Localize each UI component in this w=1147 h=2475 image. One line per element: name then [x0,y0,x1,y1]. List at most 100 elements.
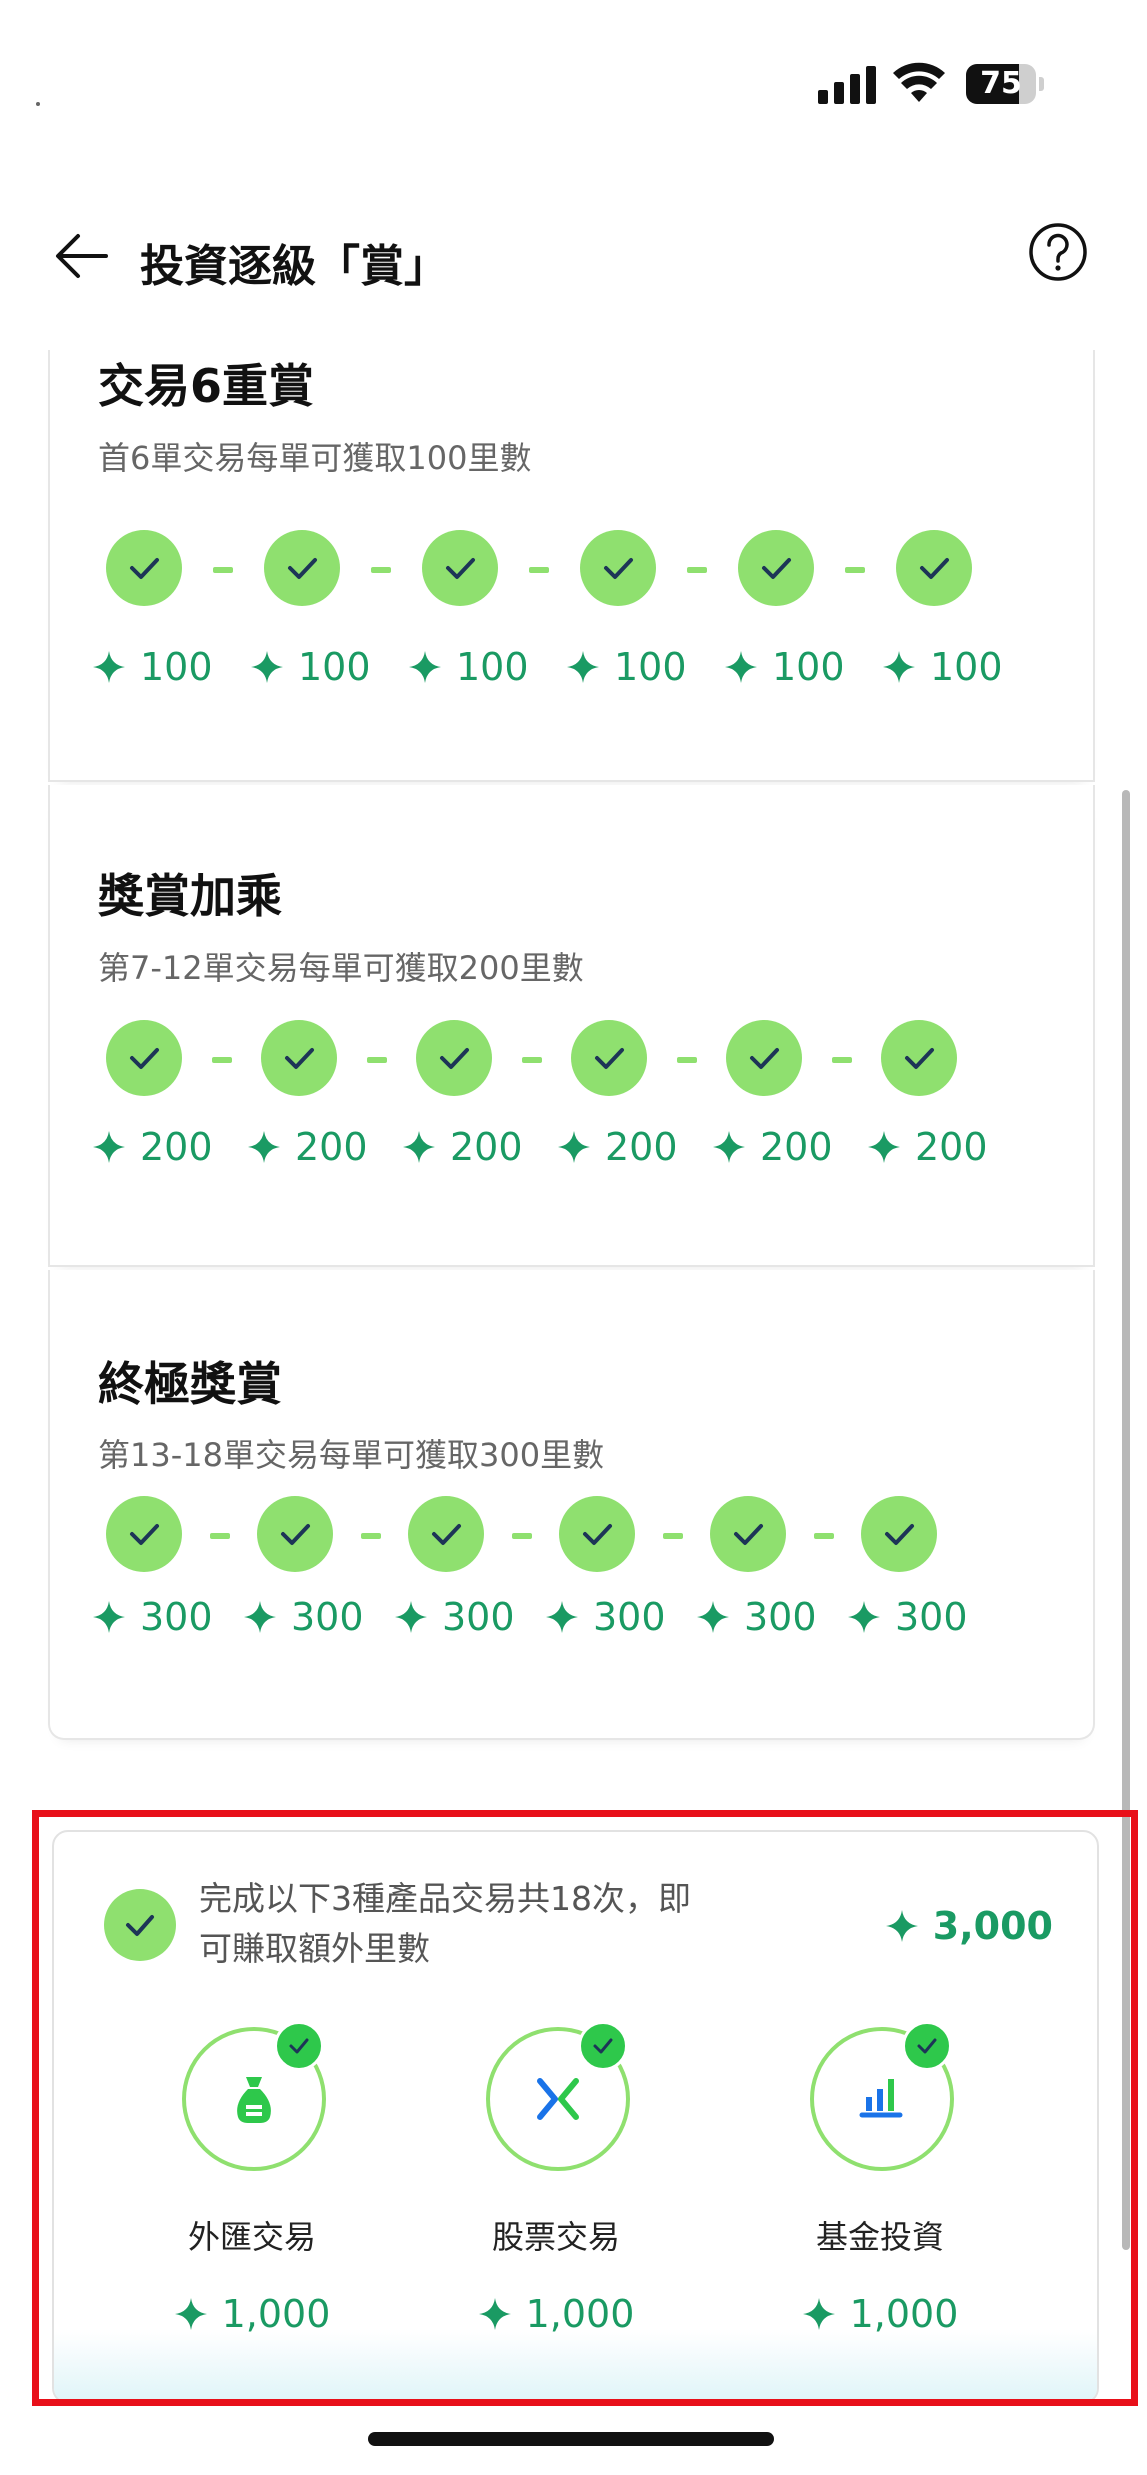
step-reward-value: 300 [140,1595,213,1639]
status-dot [36,102,40,106]
step-reward: 200 [247,1125,368,1169]
step-check-icon [571,1020,647,1096]
step-check-icon [257,1496,333,1572]
tier-subtitle: 首6單交易每單可獲取100里數 [98,439,532,477]
sparkle-icon [395,1601,427,1633]
step-check-icon [416,1020,492,1096]
sparkle-icon [558,1131,590,1163]
sparkle-icon [697,1601,729,1633]
tier-title: 獎賞加乘 [98,869,282,923]
step-reward-value: 100 [298,645,371,689]
battery-level: 75 [980,66,1022,101]
step-reward: 300 [92,1595,213,1639]
step-connector [676,1057,697,1063]
sparkle-icon [725,651,757,683]
step-check-icon [896,530,972,606]
step-reward: 300 [394,1595,515,1639]
step-reward-value: 200 [605,1125,678,1169]
page-title: 投資逐級「賞」 [140,241,448,292]
step-reward-value: 200 [140,1125,213,1169]
step-reward-value: 300 [593,1595,666,1639]
tier-card-1: 交易6重賞 首6單交易每單可獲取100里數 100 100 100 100 100 100 [48,350,1095,782]
step-reward-value: 200 [915,1125,988,1169]
sparkle-icon [248,1131,280,1163]
step-connector [845,567,865,573]
wifi-icon [893,62,945,102]
step-reward-value: 200 [450,1125,523,1169]
sparkle-icon [93,1131,125,1163]
sparkle-icon [93,651,125,683]
step-check-icon [861,1496,937,1572]
step-reward: 200 [92,1125,213,1169]
step-reward: 200 [712,1125,833,1169]
step-reward: 100 [408,645,529,689]
step-reward: 200 [867,1125,988,1169]
step-reward: 100 [92,645,213,689]
help-icon[interactable] [1028,222,1088,282]
step-connector [211,1057,232,1063]
step-reward: 200 [557,1125,678,1169]
step-check-icon [422,530,498,606]
sparkle-icon [848,1601,880,1633]
step-check-icon [106,530,182,606]
step-connector [209,1533,230,1539]
step-reward: 300 [696,1595,817,1639]
tier-title: 交易6重賞 [98,359,315,413]
status-bar: 75 [0,0,1147,170]
sparkle-icon [403,1131,435,1163]
step-connector [511,1533,532,1539]
step-connector [366,1057,387,1063]
step-connector [371,567,391,573]
step-reward-value: 100 [456,645,529,689]
step-connector [213,567,233,573]
sparkle-icon [244,1601,276,1633]
step-reward: 200 [402,1125,523,1169]
step-reward-value: 200 [295,1125,368,1169]
step-reward-value: 300 [442,1595,515,1639]
step-reward-value: 100 [930,645,1003,689]
step-connector [662,1533,683,1539]
sparkle-icon [868,1131,900,1163]
step-connector [521,1057,542,1063]
step-check-icon [881,1020,957,1096]
step-connector [529,567,549,573]
battery-icon: 75 [966,64,1044,104]
step-reward: 300 [847,1595,968,1639]
step-reward-value: 300 [744,1595,817,1639]
step-reward-value: 300 [895,1595,968,1639]
step-reward-value: 200 [760,1125,833,1169]
step-reward: 100 [882,645,1003,689]
sparkle-icon [409,651,441,683]
sparkle-icon [546,1601,578,1633]
step-check-icon [710,1496,786,1572]
tier-subtitle: 第13-18單交易每單可獲取300里數 [98,1436,605,1474]
step-check-icon [106,1020,182,1096]
step-connector [360,1533,381,1539]
tier-title: 終極獎賞 [98,1357,282,1411]
step-reward: 100 [250,645,371,689]
home-indicator[interactable] [368,2432,774,2446]
step-reward: 100 [724,645,845,689]
step-check-icon [738,530,814,606]
app-header: 投資逐級「賞」 [0,200,1147,310]
step-check-icon [106,1496,182,1572]
step-reward-value: 300 [291,1595,364,1639]
tier-card-2: 獎賞加乘 第7-12單交易每單可獲取200里數 200 200 200 200 200 2… [48,785,1095,1267]
cellular-signal-icon [818,64,876,104]
step-connector [687,567,707,573]
step-reward-value: 100 [140,645,213,689]
sparkle-icon [93,1601,125,1633]
step-check-icon [726,1020,802,1096]
step-check-icon [580,530,656,606]
step-check-icon [408,1496,484,1572]
step-reward: 100 [566,645,687,689]
step-connector [831,1057,852,1063]
back-arrow-icon[interactable] [52,228,112,284]
step-reward: 300 [243,1595,364,1639]
tier-subtitle: 第7-12單交易每單可獲取200里數 [98,949,584,987]
step-reward-value: 100 [772,645,845,689]
step-check-icon [261,1020,337,1096]
sparkle-icon [713,1131,745,1163]
tier-card-3: 終極獎賞 第13-18單交易每單可獲取300里數 300 300 300 300 300… [48,1270,1095,1740]
sparkle-icon [251,651,283,683]
